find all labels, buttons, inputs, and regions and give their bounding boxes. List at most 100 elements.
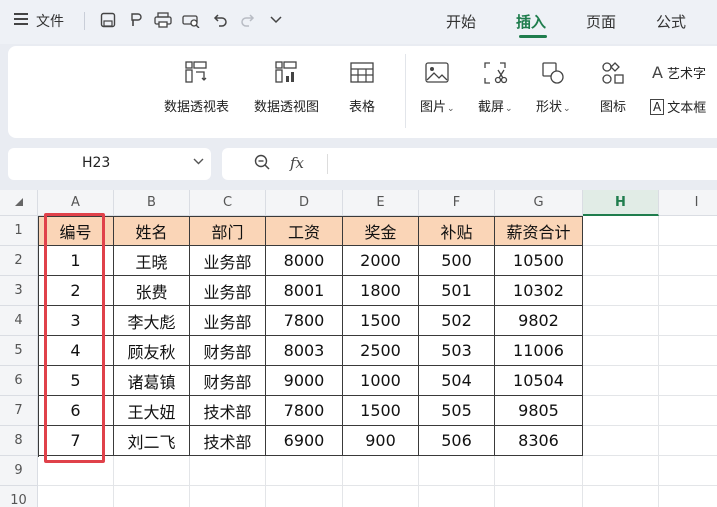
cell-c1[interactable]: 部门 <box>190 216 266 246</box>
cell-f10[interactable] <box>419 486 495 507</box>
cell-i9[interactable] <box>659 456 717 486</box>
cell-d5[interactable]: 8003 <box>266 336 343 366</box>
cell-h5[interactable] <box>583 336 659 366</box>
cell-d9[interactable] <box>266 456 343 486</box>
cell-d3[interactable]: 8001 <box>266 276 343 306</box>
print-icon[interactable] <box>153 10 173 30</box>
cell-c7[interactable]: 技术部 <box>190 396 266 426</box>
cell-h7[interactable] <box>583 396 659 426</box>
cell-a9[interactable] <box>38 456 114 486</box>
cell-b10[interactable] <box>114 486 190 507</box>
cell-h10[interactable] <box>583 486 659 507</box>
cell-g5[interactable]: 11006 <box>495 336 583 366</box>
row-header-9[interactable]: 9 <box>0 456 38 486</box>
column-header-b[interactable]: B <box>114 190 190 216</box>
cell-g3[interactable]: 10302 <box>495 276 583 306</box>
cell-a5[interactable]: 4 <box>38 336 114 366</box>
cell-f9[interactable] <box>419 456 495 486</box>
cell-b4[interactable]: 李大彪 <box>114 306 190 336</box>
screenshot-button[interactable]: 截屏⌄ <box>478 60 513 115</box>
cell-h8[interactable] <box>583 426 659 456</box>
cell-f5[interactable]: 503 <box>419 336 495 366</box>
cell-b5[interactable]: 顾友秋 <box>114 336 190 366</box>
column-header-a[interactable]: A <box>38 190 114 216</box>
cell-f3[interactable]: 501 <box>419 276 495 306</box>
magnifier-icon[interactable] <box>253 153 271 175</box>
cell-b1[interactable]: 姓名 <box>114 216 190 246</box>
cell-b2[interactable]: 王晓 <box>114 246 190 276</box>
cell-c2[interactable]: 业务部 <box>190 246 266 276</box>
column-header-h[interactable]: H <box>583 190 659 216</box>
cell-a10[interactable] <box>38 486 114 507</box>
cell-c5[interactable]: 财务部 <box>190 336 266 366</box>
wordart-button[interactable]: A 艺术字 <box>652 63 706 82</box>
select-all-corner[interactable] <box>0 190 38 216</box>
formula-bar[interactable]: fx <box>222 148 717 180</box>
row-header-1[interactable]: 1 <box>0 216 38 246</box>
cell-h4[interactable] <box>583 306 659 336</box>
column-header-e[interactable]: E <box>343 190 419 216</box>
row-header-3[interactable]: 3 <box>0 276 38 306</box>
cell-e8[interactable]: 900 <box>343 426 419 456</box>
cell-g1[interactable]: 薪资合计 <box>495 216 583 246</box>
cell-e5[interactable]: 2500 <box>343 336 419 366</box>
row-header-4[interactable]: 4 <box>0 306 38 336</box>
cell-f1[interactable]: 补贴 <box>419 216 495 246</box>
cell-b8[interactable]: 刘二飞 <box>114 426 190 456</box>
cell-d10[interactable] <box>266 486 343 507</box>
table-button[interactable]: 表格 <box>349 60 375 115</box>
cell-i5[interactable] <box>659 336 717 366</box>
row-header-6[interactable]: 6 <box>0 366 38 396</box>
pivot-table-button[interactable]: 数据透视表 <box>164 60 229 115</box>
cell-e10[interactable] <box>343 486 419 507</box>
column-header-c[interactable]: C <box>190 190 266 216</box>
cell-b6[interactable]: 诸葛镇 <box>114 366 190 396</box>
fx-icon[interactable]: fx <box>290 154 304 172</box>
cell-e7[interactable]: 1500 <box>343 396 419 426</box>
cell-h1[interactable] <box>583 216 659 246</box>
cell-b7[interactable]: 王大妞 <box>114 396 190 426</box>
cell-e4[interactable]: 1500 <box>343 306 419 336</box>
cell-g4[interactable]: 9802 <box>495 306 583 336</box>
tab-page[interactable]: 页面 <box>586 11 616 32</box>
cell-f8[interactable]: 506 <box>419 426 495 456</box>
row-header-8[interactable]: 8 <box>0 426 38 456</box>
cell-i8[interactable] <box>659 426 717 456</box>
cell-i3[interactable] <box>659 276 717 306</box>
column-header-i[interactable]: I <box>659 190 717 216</box>
cell-a7[interactable]: 6 <box>38 396 114 426</box>
chevron-down-icon[interactable] <box>193 155 204 168</box>
tab-formula[interactable]: 公式 <box>656 11 686 32</box>
row-header-2[interactable]: 2 <box>0 246 38 276</box>
cell-c9[interactable] <box>190 456 266 486</box>
cell-d4[interactable]: 7800 <box>266 306 343 336</box>
cell-a2[interactable]: 1 <box>38 246 114 276</box>
cell-d6[interactable]: 9000 <box>266 366 343 396</box>
cell-g2[interactable]: 10500 <box>495 246 583 276</box>
cell-c8[interactable]: 技术部 <box>190 426 266 456</box>
cell-d7[interactable]: 7800 <box>266 396 343 426</box>
cell-i6[interactable] <box>659 366 717 396</box>
cell-i2[interactable] <box>659 246 717 276</box>
file-menu[interactable]: 文件 <box>14 10 64 32</box>
row-header-10[interactable]: 10 <box>0 486 38 507</box>
cell-g10[interactable] <box>495 486 583 507</box>
cell-i10[interactable] <box>659 486 717 507</box>
save-icon[interactable] <box>98 10 118 30</box>
cell-d8[interactable]: 6900 <box>266 426 343 456</box>
name-box[interactable]: H23 <box>8 148 211 180</box>
cell-g8[interactable]: 8306 <box>495 426 583 456</box>
cell-a8[interactable]: 7 <box>38 426 114 456</box>
row-header-7[interactable]: 7 <box>0 396 38 426</box>
cell-g7[interactable]: 9805 <box>495 396 583 426</box>
cell-a4[interactable]: 3 <box>38 306 114 336</box>
cell-b3[interactable]: 张费 <box>114 276 190 306</box>
print-preview-icon[interactable] <box>181 10 201 30</box>
row-header-5[interactable]: 5 <box>0 336 38 366</box>
column-header-f[interactable]: F <box>419 190 495 216</box>
cell-a6[interactable]: 5 <box>38 366 114 396</box>
pivot-chart-button[interactable]: 数据透视图 <box>254 60 319 115</box>
cell-e9[interactable] <box>343 456 419 486</box>
cell-d2[interactable]: 8000 <box>266 246 343 276</box>
cell-f7[interactable]: 505 <box>419 396 495 426</box>
